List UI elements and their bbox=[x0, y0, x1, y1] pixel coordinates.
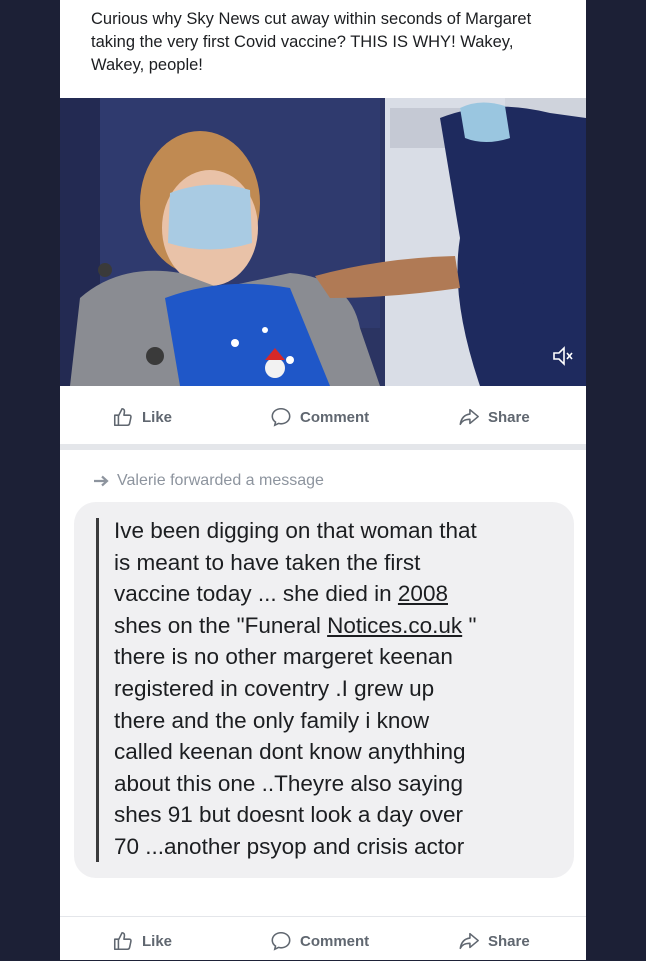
forwarded-message-card: Valerie forwarded a message Ive been dig… bbox=[60, 450, 586, 960]
background-right bbox=[586, 0, 646, 960]
message-line: is meant to have taken the first bbox=[114, 549, 421, 575]
link-text[interactable]: Notices.co.uk bbox=[327, 613, 462, 638]
comment-button[interactable]: Comment bbox=[270, 406, 369, 428]
forward-arrow-icon bbox=[94, 475, 109, 487]
like-label: Like bbox=[142, 408, 173, 426]
underlined-year: 2008 bbox=[397, 581, 448, 607]
post-actions: Like Comment Share bbox=[60, 388, 586, 444]
like-label: Like bbox=[142, 932, 173, 950]
message-line: called keenan dont know anythhing bbox=[114, 739, 466, 765]
post-card: Curious why Sky News cut away within sec… bbox=[60, 0, 586, 450]
like-button[interactable]: Like bbox=[112, 930, 172, 952]
share-label: Share bbox=[488, 932, 530, 950]
speaker-muted-icon[interactable] bbox=[552, 346, 574, 366]
message-line: there is no other margeret keenan bbox=[114, 644, 453, 670]
thumbs-up-icon bbox=[113, 407, 132, 427]
quote-bar bbox=[96, 518, 99, 862]
video-still-image bbox=[60, 98, 586, 386]
message-text: Ive been digging on that woman that is m… bbox=[114, 515, 564, 863]
forwarded-label: Valerie forwarded a message bbox=[117, 472, 324, 489]
thumbs-up-icon bbox=[113, 931, 132, 951]
comment-label: Comment bbox=[300, 408, 370, 426]
message-bubble: Ive been digging on that woman that is m… bbox=[74, 502, 574, 878]
message-line: vaccine today ... she died in 2008 bbox=[114, 581, 448, 607]
share-arrow-icon bbox=[459, 408, 479, 426]
like-button[interactable]: Like bbox=[112, 406, 172, 428]
share-label: Share bbox=[488, 408, 530, 426]
message-line: about this one ..Theyre also saying bbox=[114, 770, 463, 796]
message-actions: Like Comment Share bbox=[60, 916, 586, 961]
forwarded-header: Valerie forwarded a message bbox=[93, 472, 324, 490]
message-line: 70 ...another psyop and crisis actor bbox=[114, 833, 465, 859]
share-button[interactable]: Share bbox=[458, 930, 530, 952]
message-line: shes 91 but doesnt look a day over bbox=[114, 802, 463, 828]
message-line: shes on the "Funeral Notices.co.uk " bbox=[114, 612, 477, 638]
message-line: Ive been digging on that woman that bbox=[114, 518, 477, 543]
comment-icon bbox=[271, 931, 291, 951]
post-text: Curious why Sky News cut away within sec… bbox=[91, 10, 532, 74]
comment-label: Comment bbox=[300, 932, 370, 950]
share-button[interactable]: Share bbox=[458, 406, 530, 428]
comment-button[interactable]: Comment bbox=[270, 930, 369, 952]
background-left bbox=[0, 0, 60, 960]
comment-icon bbox=[271, 407, 291, 427]
message-line: there and the only family i know bbox=[114, 707, 430, 733]
post-video[interactable] bbox=[60, 98, 586, 386]
share-arrow-icon bbox=[459, 932, 479, 950]
message-line: registered in coventry .I grew up bbox=[114, 675, 435, 701]
